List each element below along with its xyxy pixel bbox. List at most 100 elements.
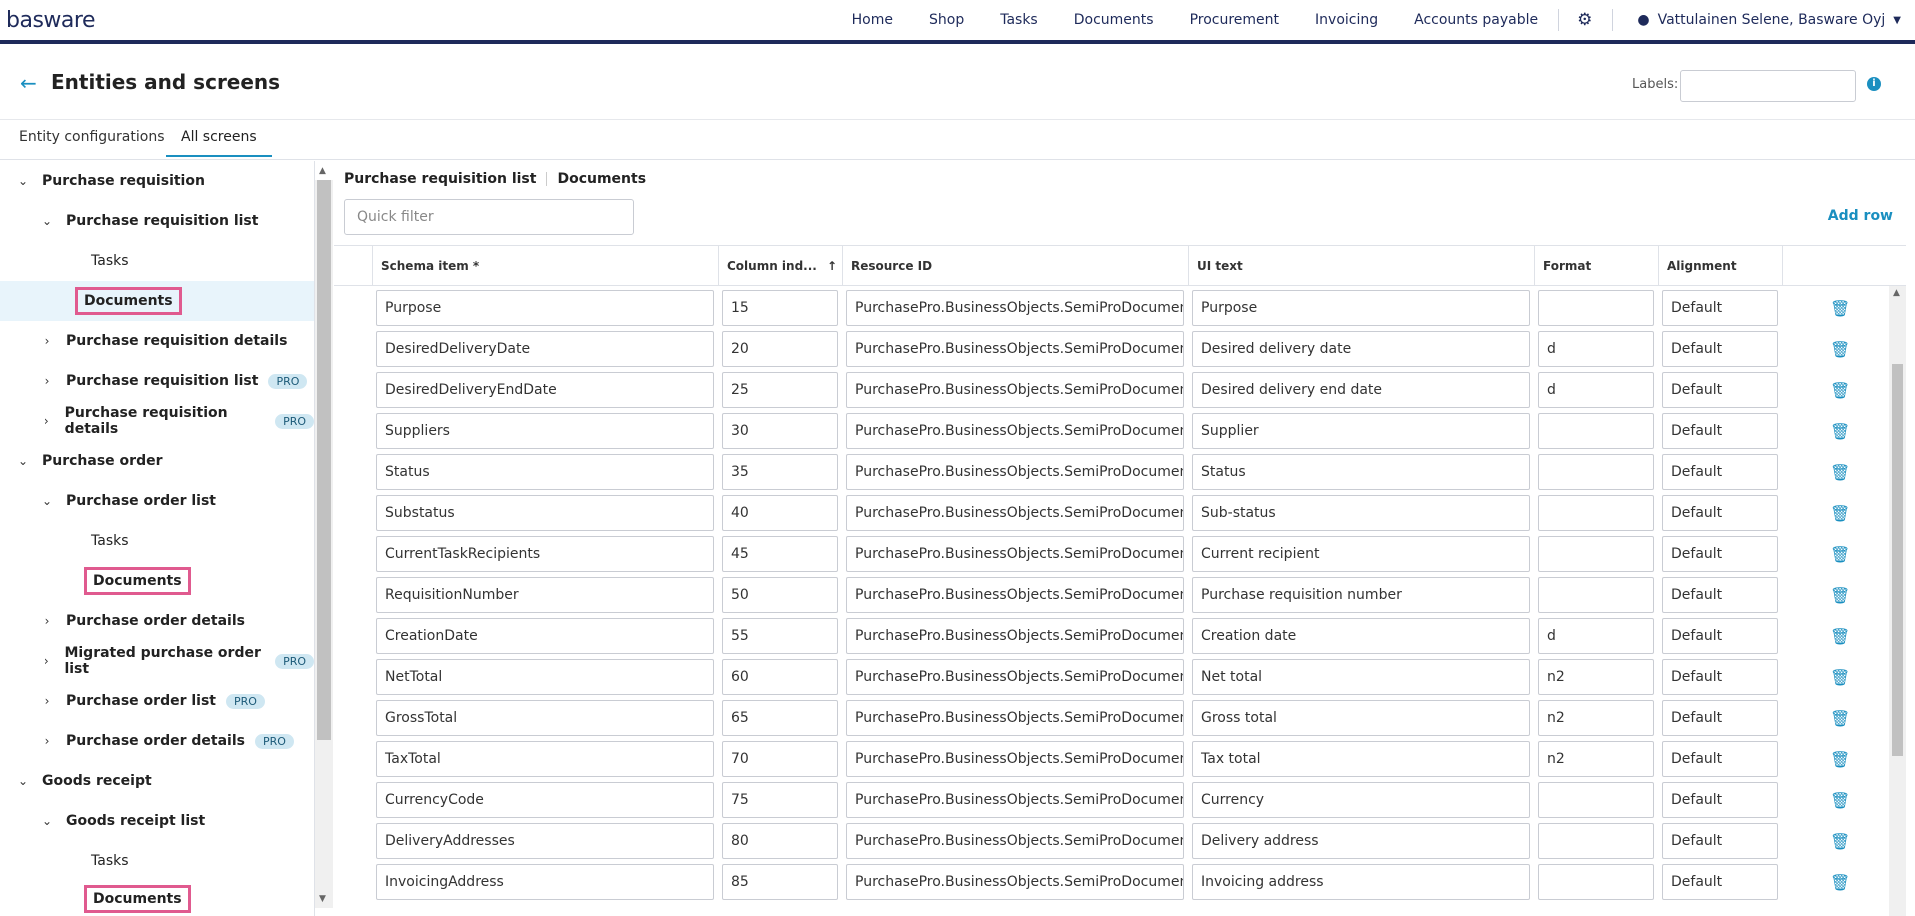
chevron-right-icon[interactable]: › — [40, 334, 54, 348]
chevron-right-icon[interactable]: › — [40, 734, 54, 748]
labels-input[interactable] — [1680, 70, 1856, 102]
resource-id-input[interactable]: PurchasePro.BusinessObjects.SemiProDocum… — [846, 413, 1184, 449]
chevron-down-icon[interactable]: ⌄ — [40, 214, 54, 228]
schema-item-input[interactable]: Suppliers — [376, 413, 714, 449]
info-icon[interactable]: i — [1867, 77, 1881, 91]
tree-item-purchase-order-list[interactable]: ⌄ Purchase order list — [0, 481, 314, 521]
alignment-select[interactable]: Default — [1662, 495, 1778, 531]
scrollbar-thumb[interactable] — [317, 180, 331, 740]
column-index-input[interactable]: 45 — [722, 536, 838, 572]
chevron-down-icon[interactable]: ⌄ — [16, 174, 30, 188]
sidebar-scrollbar[interactable] — [315, 180, 333, 908]
format-input[interactable] — [1538, 823, 1654, 859]
schema-item-input[interactable]: DeliveryAddresses — [376, 823, 714, 859]
nav-procurement[interactable]: Procurement — [1190, 12, 1279, 28]
schema-item-input[interactable]: InvoicingAddress — [376, 864, 714, 900]
chevron-right-icon[interactable]: › — [40, 414, 53, 428]
ui-text-input[interactable]: Status — [1192, 454, 1530, 490]
scroll-down-arrow-icon[interactable]: ▼ — [319, 894, 326, 904]
chevron-right-icon[interactable]: › — [40, 694, 54, 708]
resource-id-input[interactable]: PurchasePro.BusinessObjects.SemiProDocum… — [846, 372, 1184, 408]
trash-icon[interactable]: 🗑 — [1830, 832, 1850, 851]
resource-id-input[interactable]: PurchasePro.BusinessObjects.SemiProDocum… — [846, 864, 1184, 900]
tree-item-tasks[interactable]: Tasks — [0, 841, 314, 881]
trash-icon[interactable]: 🗑 — [1830, 873, 1850, 892]
resource-id-input[interactable]: PurchasePro.BusinessObjects.SemiProDocum… — [846, 290, 1184, 326]
format-input[interactable] — [1538, 864, 1654, 900]
format-input[interactable] — [1538, 290, 1654, 326]
chevron-right-icon[interactable]: › — [40, 374, 54, 388]
nav-home[interactable]: Home — [852, 12, 893, 28]
header-alignment[interactable]: Alignment — [1658, 246, 1782, 286]
format-input[interactable]: n2 — [1538, 659, 1654, 695]
tree-item-goods-receipt-list[interactable]: ⌄ Goods receipt list — [0, 801, 314, 841]
ui-text-input[interactable]: Current recipient — [1192, 536, 1530, 572]
header-resource-id[interactable]: Resource ID — [842, 246, 1188, 286]
tree-item-purchase-requisition[interactable]: ⌄ Purchase requisition — [0, 161, 314, 201]
schema-item-input[interactable]: Substatus — [376, 495, 714, 531]
ui-text-input[interactable]: Supplier — [1192, 413, 1530, 449]
ui-text-input[interactable]: Net total — [1192, 659, 1530, 695]
trash-icon[interactable]: 🗑 — [1830, 791, 1850, 810]
schema-item-input[interactable]: RequisitionNumber — [376, 577, 714, 613]
gear-icon[interactable]: ⚙ — [1577, 10, 1592, 30]
format-input[interactable] — [1538, 782, 1654, 818]
tree-item-documents-selected[interactable]: Documents — [0, 281, 314, 321]
schema-item-input[interactable]: GrossTotal — [376, 700, 714, 736]
column-index-input[interactable]: 40 — [722, 495, 838, 531]
tree-item-purchase-order-details[interactable]: › Purchase order details — [0, 601, 314, 641]
resource-id-input[interactable]: PurchasePro.BusinessObjects.SemiProDocum… — [846, 700, 1184, 736]
tree-item-purchase-order-list-pro[interactable]: › Purchase order list PRO — [0, 681, 314, 721]
scrollbar-thumb[interactable] — [1892, 364, 1903, 756]
trash-icon[interactable]: 🗑 — [1830, 463, 1850, 482]
schema-item-input[interactable]: Status — [376, 454, 714, 490]
ui-text-input[interactable]: Invoicing address — [1192, 864, 1530, 900]
trash-icon[interactable]: 🗑 — [1830, 504, 1850, 523]
trash-icon[interactable]: 🗑 — [1830, 627, 1850, 646]
nav-documents[interactable]: Documents — [1074, 12, 1154, 28]
header-schema-item[interactable]: Schema item * — [372, 246, 718, 286]
column-index-input[interactable]: 35 — [722, 454, 838, 490]
alignment-select[interactable]: Default — [1662, 331, 1778, 367]
column-index-input[interactable]: 80 — [722, 823, 838, 859]
resource-id-input[interactable]: PurchasePro.BusinessObjects.SemiProDocum… — [846, 659, 1184, 695]
tree-item-purchase-requisition-list-pro[interactable]: › Purchase requisition list PRO — [0, 361, 314, 401]
format-input[interactable]: d — [1538, 331, 1654, 367]
tree-item-purchase-requisition-details-pro[interactable]: › Purchase requisition details PRO — [0, 401, 314, 441]
ui-text-input[interactable]: Delivery address — [1192, 823, 1530, 859]
format-input[interactable] — [1538, 577, 1654, 613]
schema-item-input[interactable]: CurrencyCode — [376, 782, 714, 818]
alignment-select[interactable]: Default — [1662, 372, 1778, 408]
scroll-up-arrow-icon[interactable]: ▲ — [319, 166, 326, 176]
chevron-down-icon[interactable]: ⌄ — [16, 774, 30, 788]
column-index-input[interactable]: 15 — [722, 290, 838, 326]
tree-item-documents[interactable]: Documents — [0, 879, 314, 916]
ui-text-input[interactable]: Desired delivery date — [1192, 331, 1530, 367]
resource-id-input[interactable]: PurchasePro.BusinessObjects.SemiProDocum… — [846, 823, 1184, 859]
alignment-select[interactable]: Default — [1662, 741, 1778, 777]
schema-item-input[interactable]: Purpose — [376, 290, 714, 326]
trash-icon[interactable]: 🗑 — [1830, 709, 1850, 728]
format-input[interactable]: d — [1538, 372, 1654, 408]
column-index-input[interactable]: 30 — [722, 413, 838, 449]
format-input[interactable] — [1538, 536, 1654, 572]
resource-id-input[interactable]: PurchasePro.BusinessObjects.SemiProDocum… — [846, 495, 1184, 531]
nav-tasks[interactable]: Tasks — [1000, 12, 1038, 28]
header-ui-text[interactable]: UI text — [1188, 246, 1534, 286]
tree-item-tasks[interactable]: Tasks — [0, 521, 314, 561]
quick-filter-input[interactable]: Quick filter — [344, 199, 634, 235]
nav-shop[interactable]: Shop — [929, 12, 964, 28]
tree-item-purchase-requisition-details[interactable]: › Purchase requisition details — [0, 321, 314, 361]
resource-id-input[interactable]: PurchasePro.BusinessObjects.SemiProDocum… — [846, 782, 1184, 818]
ui-text-input[interactable]: Purpose — [1192, 290, 1530, 326]
chevron-right-icon[interactable]: › — [40, 654, 52, 668]
alignment-select[interactable]: Default — [1662, 782, 1778, 818]
nav-accounts-payable[interactable]: Accounts payable — [1414, 12, 1538, 28]
alignment-select[interactable]: Default — [1662, 577, 1778, 613]
resource-id-input[interactable]: PurchasePro.BusinessObjects.SemiProDocum… — [846, 331, 1184, 367]
ui-text-input[interactable]: Sub-status — [1192, 495, 1530, 531]
alignment-select[interactable]: Default — [1662, 618, 1778, 654]
tree-item-purchase-order-details-pro[interactable]: › Purchase order details PRO — [0, 721, 314, 761]
alignment-select[interactable]: Default — [1662, 454, 1778, 490]
trash-icon[interactable]: 🗑 — [1830, 668, 1850, 687]
